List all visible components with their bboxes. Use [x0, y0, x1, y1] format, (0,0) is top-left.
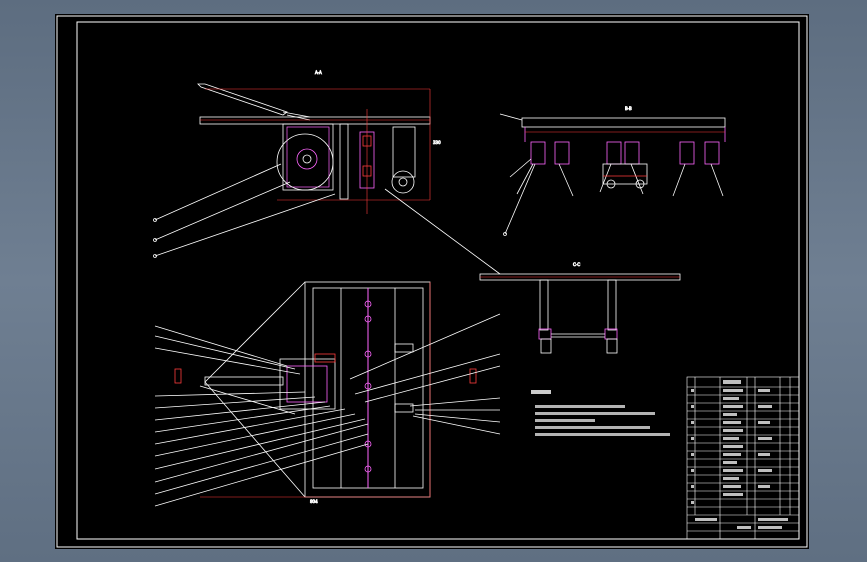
side-view-title: A-A: [315, 70, 322, 75]
drawing-sheet: A-A 330 B-B 804 C-C: [55, 14, 809, 549]
detail-view-title: C-C: [573, 262, 580, 267]
side-section-view: A-A 330: [153, 70, 501, 275]
plan-view: 804: [154, 281, 501, 507]
front-section-view: B-B: [499, 106, 726, 236]
detail-section-view: C-C: [479, 262, 681, 354]
side-height-dimension: 330: [433, 140, 441, 145]
cad-drawing: A-A 330 B-B 804 C-C: [56, 15, 808, 548]
technical-notes: [531, 390, 670, 436]
title-block: [686, 376, 800, 540]
plan-width-dimension: 804: [310, 499, 318, 504]
front-view-title: B-B: [625, 106, 632, 111]
outer-border: [56, 15, 808, 548]
